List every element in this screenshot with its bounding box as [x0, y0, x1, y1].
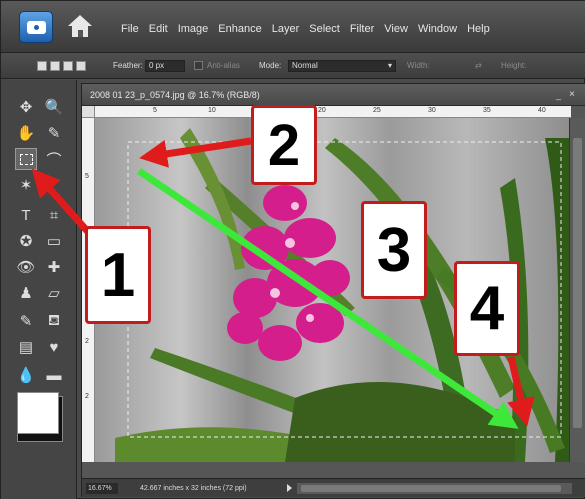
arrow-to-selection-start — [139, 137, 252, 168]
annotation-2: 2 — [251, 105, 317, 185]
annotation-1: 1 — [85, 226, 151, 324]
annotation-4: 4 — [454, 261, 520, 356]
annotation-3: 3 — [361, 201, 427, 299]
arrow-to-marquee-tool — [31, 168, 92, 236]
arrow-to-selection-end — [507, 356, 535, 427]
drag-direction-arrow — [137, 168, 519, 429]
photoshop-elements-window: File Edit Image Enhance Layer Select Fil… — [0, 0, 585, 499]
